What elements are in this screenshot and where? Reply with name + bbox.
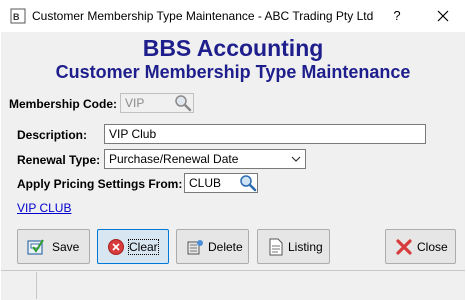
status-bar [1,270,465,300]
listing-button[interactable]: Listing [257,229,330,264]
membership-code-value: VIP [125,96,145,110]
close-label: Close [417,240,448,254]
app-icon: B [10,8,26,24]
membership-code-label: Membership Code: [9,97,118,111]
save-button[interactable]: Save [17,229,90,264]
close-icon [396,239,412,255]
screen-heading: Customer Membership Type Maintenance [55,62,411,82]
svg-text:B: B [13,12,20,22]
pricing-settings-label: Apply Pricing Settings From: [17,177,183,191]
clear-button[interactable]: Clear [97,229,169,264]
clear-label: Clear [128,239,159,255]
window-title: Customer Membership Type Maintenance - A… [32,9,374,23]
title-bar: B Customer Membership Type Maintenance -… [0,0,466,32]
document-icon [269,238,283,256]
help-button[interactable]: ? [383,0,411,32]
close-icon[interactable] [427,0,459,32]
app-heading: BBS Accounting [142,35,324,61]
close-button[interactable]: Close [385,229,456,264]
membership-link[interactable]: VIP CLUB [17,201,71,215]
renewal-type-label: Renewal Type: [17,153,101,167]
clear-icon [108,239,124,255]
delete-icon [187,240,203,255]
description-label: Description: [17,128,88,142]
status-bar-divider [36,272,37,299]
save-label: Save [52,240,80,254]
pricing-search-icon[interactable] [238,173,258,193]
delete-button[interactable]: Delete [176,229,249,264]
renewal-type-select[interactable]: Purchase/Renewal Date [104,149,306,169]
listing-label: Listing [288,240,323,254]
delete-label: Delete [208,240,243,254]
save-icon [27,239,44,255]
description-input[interactable]: VIP Club [104,124,426,144]
renewal-type-value: Purchase/Renewal Date [109,152,239,166]
membership-code-search-icon[interactable] [173,93,193,113]
chevron-down-icon [291,156,301,162]
